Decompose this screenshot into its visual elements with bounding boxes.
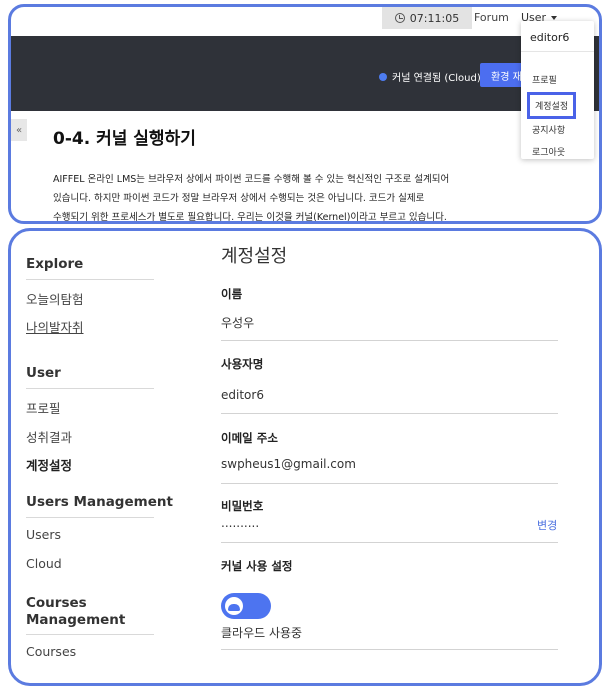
status-dot-icon (379, 72, 387, 81)
change-password-link[interactable]: 변경 (537, 517, 557, 533)
sidebar-heading-user: User (26, 365, 61, 381)
kernel-status: 커널 연결됨 (Cloud) (379, 69, 481, 84)
cloud-icon (228, 603, 240, 611)
sidebar-heading-users-management: Users Management (26, 494, 173, 510)
sidebar-item-today-exploration[interactable]: 오늘의탐험 (26, 289, 84, 308)
lesson-body: AIFFEL 온라인 LMS는 브라우저 상에서 파이썬 코드를 수행해 볼 수… (53, 170, 453, 223)
kernel-cloud-toggle[interactable] (221, 593, 271, 619)
kernel-status-text: 커널 연결됨 (Cloud) (392, 73, 481, 84)
field-divider (221, 483, 558, 484)
username-label: 사용자명 (221, 357, 264, 371)
account-settings-panel: Explore 오늘의탐험 나의발자취 User 프로필 성취결과 계정설정 U… (8, 228, 602, 686)
sidebar-divider (26, 279, 154, 280)
username-value: editor6 (221, 388, 264, 402)
email-label: 이메일 주소 (221, 431, 278, 445)
sidebar-item-courses[interactable]: Courses (26, 644, 76, 659)
toolbar: 커널 연결됨 (Cloud) 환경 재 (11, 36, 599, 111)
password-value: .......... (221, 516, 260, 530)
sidebar-item-achievements[interactable]: 성취결과 (26, 427, 72, 446)
menu-item-profile[interactable]: 프로필 (532, 73, 557, 86)
field-divider (221, 340, 558, 341)
sidebar-divider (26, 634, 154, 635)
timer-value: 07:11:05 (409, 11, 460, 25)
session-timer: 07:11:05 (382, 7, 472, 29)
clock-icon (394, 13, 405, 23)
kernel-setting-value: 클라우드 사용중 (221, 626, 303, 640)
field-divider (221, 413, 558, 414)
sidebar-heading-courses-management: Courses Management (26, 595, 126, 628)
menu-item-account-settings[interactable]: 계정설정 (527, 92, 577, 119)
sidebar-item-cloud[interactable]: Cloud (26, 556, 62, 571)
collapse-sidebar-button[interactable]: « (11, 119, 27, 141)
menu-item-logout[interactable]: 로그아웃 (532, 145, 565, 158)
sidebar-item-users[interactable]: Users (26, 527, 61, 542)
password-label: 비밀번호 (221, 499, 264, 513)
forum-link[interactable]: Forum (474, 11, 509, 24)
caret-down-icon (551, 15, 558, 20)
kernel-setting-label: 커널 사용 설정 (221, 559, 293, 573)
sidebar-item-account-settings[interactable]: 계정설정 (26, 455, 72, 474)
sidebar-heading-explore: Explore (26, 256, 84, 272)
toggle-knob (225, 597, 243, 615)
lms-header-panel: 07:11:05 Forum User 커널 연결됨 (Cloud) 환경 재 … (8, 4, 602, 224)
name-value: 우성우 (221, 316, 255, 330)
name-label: 이름 (221, 287, 243, 301)
lesson-line: AIFFEL 온라인 LMS는 브라우저 상에서 파이썬 코드를 수행해 볼 수… (53, 174, 450, 185)
sidebar-divider (26, 517, 154, 518)
dropdown-divider (521, 51, 594, 52)
sidebar-divider (26, 388, 154, 389)
lesson-line: 있습니다. 하지만 파이썬 코드가 정말 브라우저 상에서 수행되는 것은 아닙… (53, 193, 425, 204)
user-dropdown-menu: editor6 프로필 계정설정 공지사항 로그아웃 (521, 21, 594, 159)
menu-item-notices[interactable]: 공지사항 (532, 123, 565, 136)
field-divider (221, 649, 558, 650)
lesson-title: 0-4. 커널 실행하기 (53, 129, 196, 149)
sidebar-item-my-footprints[interactable]: 나의발자취 (26, 317, 84, 336)
sidebar-item-profile[interactable]: 프로필 (26, 398, 61, 417)
dropdown-username: editor6 (530, 31, 570, 44)
email-value: swpheus1@gmail.com (221, 457, 356, 471)
lesson-line: 수행되기 위한 프로세스가 별도로 필요합니다. 우리는 이것을 커널(Kern… (53, 212, 447, 223)
field-divider (221, 542, 558, 543)
page-title: 계정설정 (221, 246, 288, 267)
